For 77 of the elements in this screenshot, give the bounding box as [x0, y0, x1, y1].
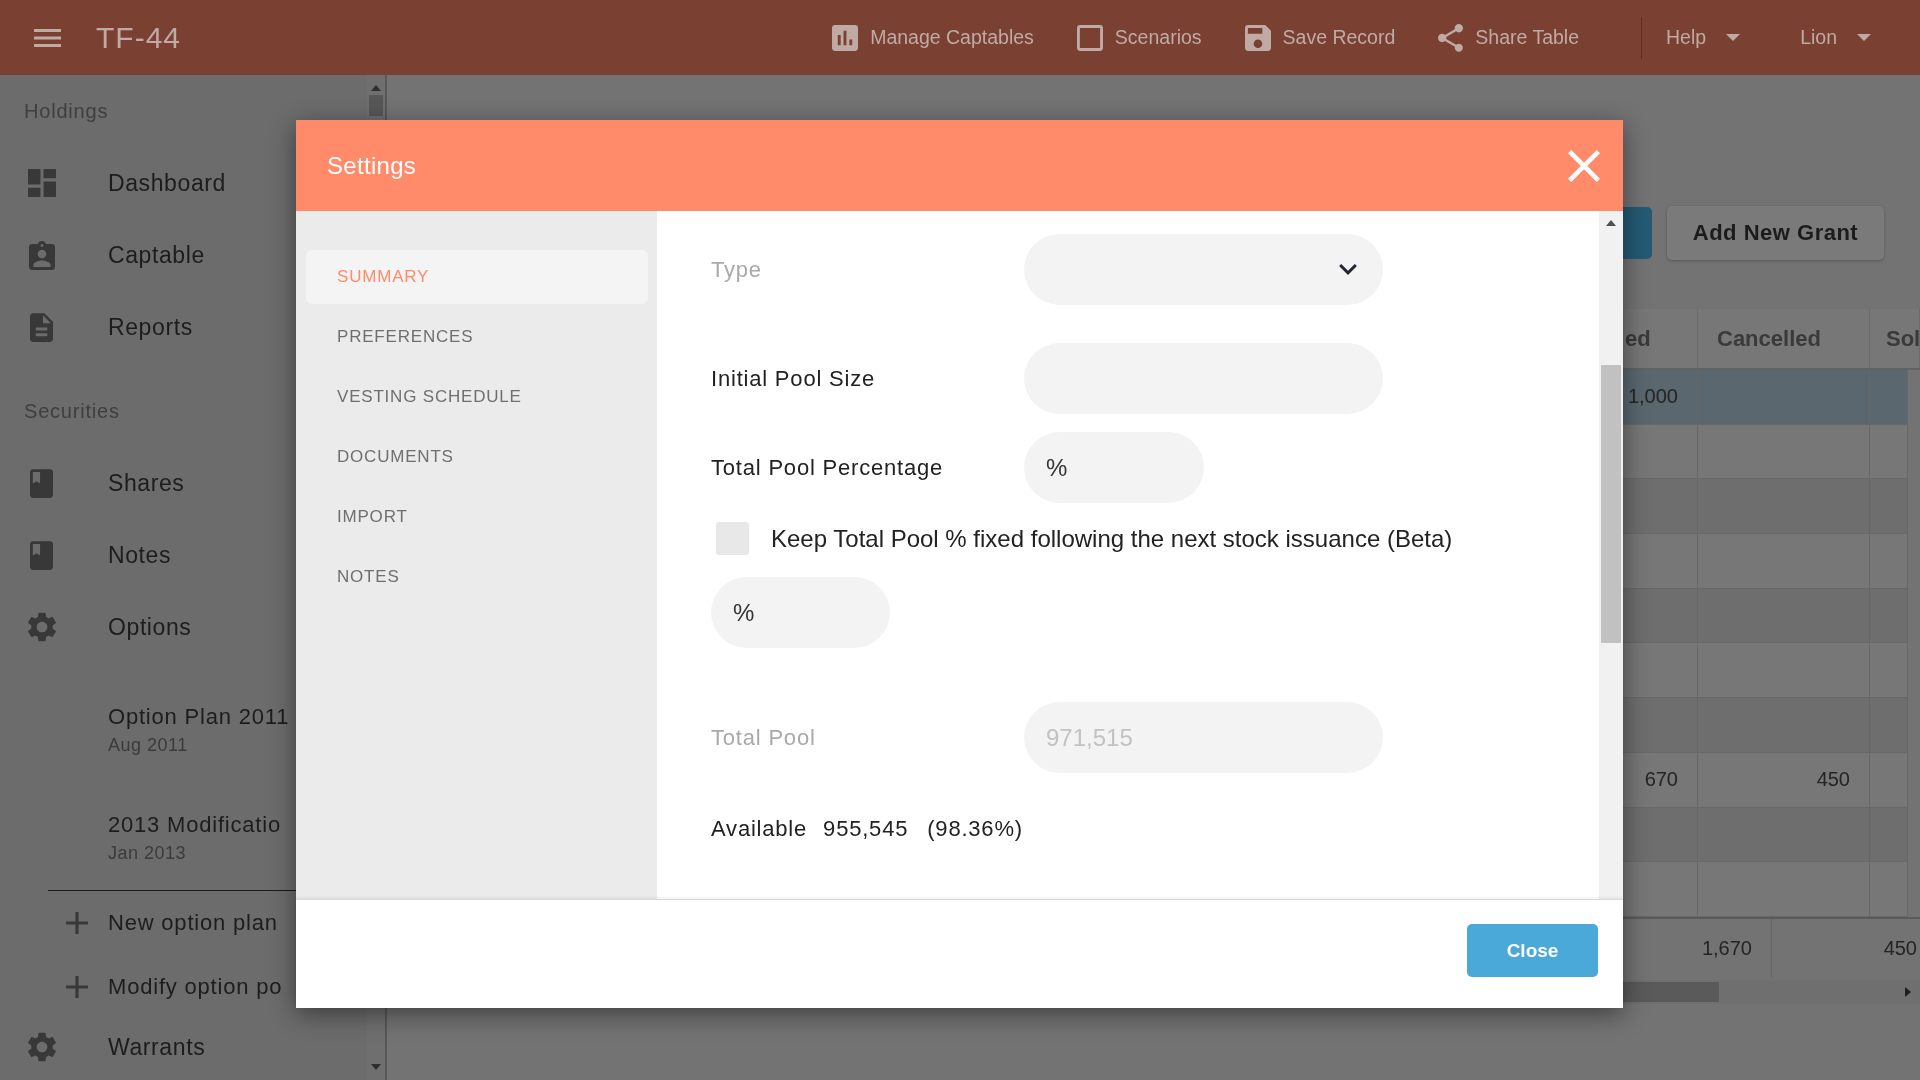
dialog-title: Settings — [327, 151, 417, 180]
column-header: Sol — [1870, 309, 1920, 368]
sidebar-action[interactable]: New option plan — [66, 891, 278, 955]
available-percentage: (98.36%) — [927, 816, 1023, 842]
sidebar-item[interactable]: Warrants — [27, 1019, 206, 1075]
settings-tab[interactable]: IMPORT — [306, 490, 648, 544]
bar-chart-icon — [832, 24, 859, 51]
table-row[interactable] — [1623, 588, 1908, 644]
input-field[interactable]: % — [1024, 432, 1204, 503]
triangle-up-icon — [1606, 220, 1616, 226]
menu-button[interactable]: Lion — [1800, 26, 1871, 49]
add-grant-button[interactable]: Add New Grant — [1667, 206, 1884, 260]
checkbox-label: Keep Total Pool % fixed following the next stock issuance (Beta) — [771, 524, 1453, 553]
table-cell: 450 — [1698, 752, 1870, 808]
gear-icon — [27, 1032, 56, 1062]
app-title: TF-44 — [96, 20, 181, 55]
sidebar-item[interactable]: Reports — [27, 291, 193, 363]
table-row[interactable] — [1623, 643, 1908, 699]
book-icon — [30, 468, 53, 498]
input-field[interactable]: % — [711, 577, 890, 648]
settings-tab[interactable]: VESTING SCHEDULE — [306, 370, 648, 424]
caret-down-icon — [1857, 34, 1871, 41]
available-value: 955,545 — [823, 816, 909, 842]
scrollbar-thumb[interactable] — [1623, 981, 1719, 1002]
table-row[interactable]: 670 450 — [1623, 752, 1908, 808]
sidebar-item[interactable]: Shares — [27, 447, 185, 519]
plus-icon — [66, 912, 88, 934]
field-label: Total Pool Percentage — [711, 454, 945, 481]
sidebar-item[interactable]: Options — [27, 591, 192, 663]
toolbar-button[interactable]: Manage Captables — [832, 24, 1034, 51]
triangle-up-icon — [371, 85, 381, 91]
toolbar-button[interactable]: Share Table — [1438, 23, 1579, 52]
field-label: Initial Pool Size — [711, 365, 876, 392]
caret-down-icon — [1726, 34, 1741, 41]
grid-icon — [27, 169, 56, 197]
table-row[interactable]: 1,000 — [1623, 370, 1908, 425]
scrollbar-thumb[interactable] — [1601, 365, 1621, 643]
settings-tab[interactable]: PREFERENCES — [306, 310, 648, 364]
contact-card-icon — [28, 240, 55, 270]
triangle-down-icon — [371, 1064, 381, 1070]
sidebar-action[interactable]: Modify option po — [66, 955, 283, 1019]
sidebar-link[interactable]: Option Plan 2011 — [108, 702, 290, 732]
field-label: Total Pool — [711, 724, 817, 751]
plus-icon — [66, 976, 88, 998]
sidebar-link[interactable]: 2013 Modificatio — [108, 810, 281, 840]
available-label: Available — [711, 816, 808, 842]
table-row[interactable] — [1623, 862, 1908, 917]
triangle-right-icon — [1905, 986, 1911, 997]
table-row[interactable] — [1623, 698, 1908, 753]
column-header: Cancelled — [1698, 309, 1870, 368]
sidebar-item[interactable]: Captable — [27, 219, 205, 291]
toolbar-button[interactable]: Scenarios — [1076, 24, 1202, 51]
settings-tab[interactable]: SUMMARY — [306, 250, 648, 304]
close-button[interactable]: Close — [1467, 924, 1598, 977]
share-icon — [1438, 23, 1464, 52]
sidebar-item[interactable]: Notes — [27, 519, 172, 591]
sidebar-item[interactable]: Dashboard — [27, 147, 226, 219]
horizontal-scrollbar[interactable] — [1623, 979, 1920, 1004]
table-row[interactable] — [1623, 807, 1908, 863]
vertical-scrollbar[interactable] — [1599, 211, 1623, 899]
total-cell-text: 450 — [1882, 935, 1918, 961]
gear-icon — [27, 612, 56, 642]
menu-icon[interactable] — [34, 28, 61, 47]
table-row[interactable] — [1623, 479, 1908, 535]
action-button[interactable] — [1623, 207, 1652, 259]
table-row[interactable] — [1623, 424, 1908, 480]
settings-tab[interactable]: NOTES — [306, 550, 648, 604]
field-label: Type — [711, 256, 763, 283]
settings-tab[interactable]: DOCUMENTS — [306, 430, 648, 484]
document-icon — [30, 312, 53, 342]
toolbar-button[interactable]: Save Record — [1244, 24, 1396, 51]
close-icon[interactable] — [1568, 149, 1600, 182]
chevron-down-icon — [1339, 264, 1357, 275]
book-icon — [30, 540, 53, 570]
scrollbar-thumb[interactable] — [369, 95, 383, 116]
menu-button[interactable]: Help — [1666, 26, 1741, 49]
table-row[interactable] — [1623, 534, 1908, 589]
